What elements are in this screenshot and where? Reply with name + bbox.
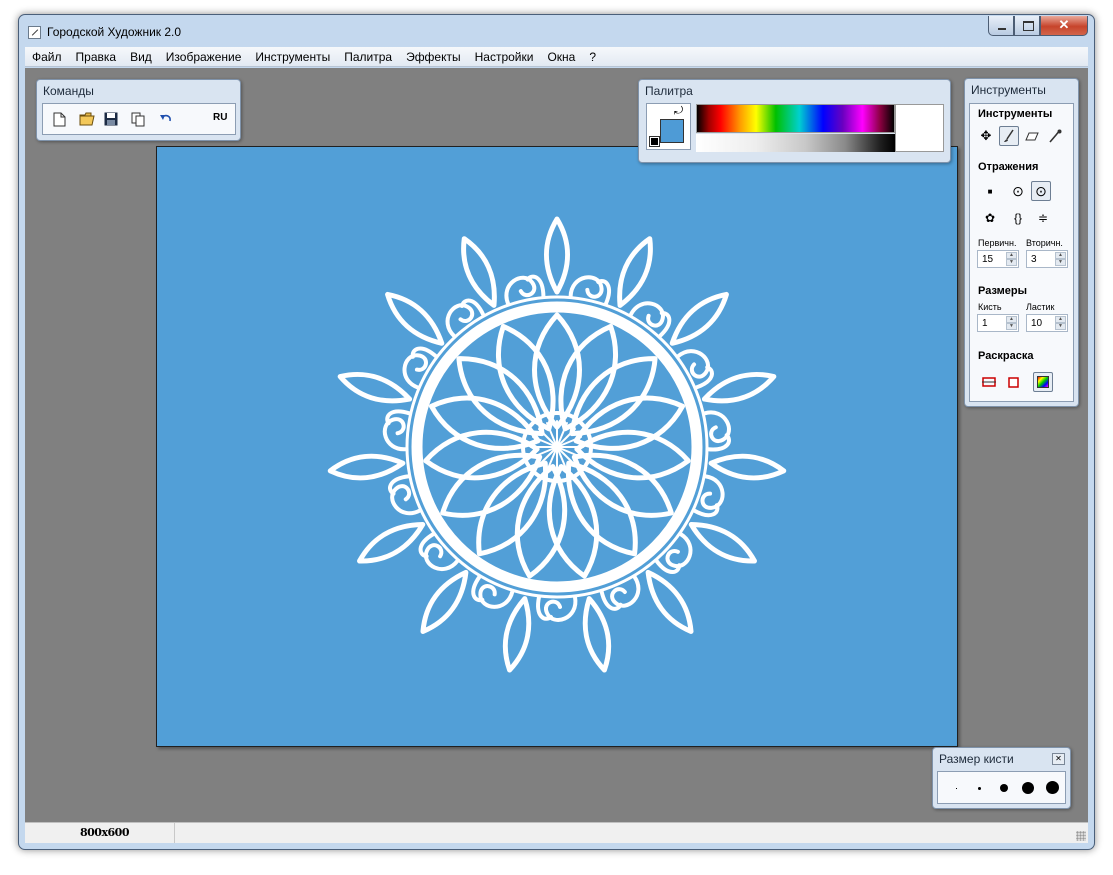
- kaleidoscope-icon[interactable]: ✿: [980, 208, 1000, 228]
- tools-panel: Инструменты Инструменты ✥ Отражения ■ ⊙ …: [964, 78, 1079, 407]
- primary-label: Первичн.: [978, 238, 1017, 248]
- secondary-label: Вторичн.: [1026, 238, 1063, 248]
- window-title: Городской Художник 2.0: [47, 25, 182, 39]
- save-disk-icon[interactable]: [102, 111, 120, 127]
- mirror-horizontal-icon[interactable]: ≑: [1033, 208, 1053, 228]
- eraser-icon[interactable]: [1022, 126, 1042, 146]
- brush-size-option-1[interactable]: [956, 788, 957, 789]
- secondary-value[interactable]: 3: [1031, 254, 1037, 265]
- mirror-vertical-icon[interactable]: {}: [1008, 208, 1028, 228]
- copy-icon[interactable]: [129, 111, 147, 127]
- menu-file[interactable]: Файл: [32, 50, 62, 64]
- eraser-size-spinner[interactable]: 10 ▲ ▼: [1026, 314, 1068, 332]
- menu-palette[interactable]: Палитра: [344, 50, 392, 64]
- panel-close-icon[interactable]: ✕: [1052, 753, 1065, 765]
- color-spectrum[interactable]: [696, 104, 895, 133]
- brush-size-panel-title: Размер кисти: [939, 752, 1014, 766]
- app-window: Городской Художник 2.0 Файл Правка Вид И…: [18, 14, 1095, 850]
- fill-gradient-icon[interactable]: [1033, 372, 1053, 392]
- menu-effects[interactable]: Эффекты: [406, 50, 461, 64]
- primary-spinner[interactable]: 15 ▲ ▼: [977, 250, 1019, 268]
- primary-color-swatch[interactable]: [660, 119, 684, 143]
- fill-heading: Раскраска: [978, 350, 1034, 362]
- single-point-icon[interactable]: ■: [980, 181, 1000, 201]
- swap-colors-icon[interactable]: ⤾: [674, 105, 683, 118]
- mandala-drawing: [327, 216, 787, 673]
- undo-icon[interactable]: [157, 111, 175, 127]
- menu-image[interactable]: Изображение: [166, 50, 242, 64]
- grayscale-strip[interactable]: [696, 134, 895, 152]
- menu-edit[interactable]: Правка: [76, 50, 117, 64]
- canvas-dimensions: 800x600: [25, 823, 175, 843]
- menu-windows[interactable]: Окна: [547, 50, 575, 64]
- palette-panel-title: Палитра: [645, 84, 693, 98]
- status-bar: 800x600: [25, 822, 1088, 843]
- eraser-label: Ластик: [1026, 302, 1055, 312]
- tools-panel-body: Инструменты ✥ Отражения ■ ⊙ ⊙ ✿ {} ≑ Пер…: [969, 103, 1074, 402]
- menu-bar: Файл Правка Вид Изображение Инструменты …: [25, 47, 1088, 67]
- brush-size-option-3[interactable]: [1000, 784, 1008, 792]
- secondary-color-swatch[interactable]: [649, 136, 660, 147]
- brush-label: Кисть: [978, 302, 1002, 312]
- move-icon[interactable]: ✥: [976, 126, 996, 146]
- commands-panel: Команды RU: [36, 79, 241, 141]
- fill-outline-icon[interactable]: [979, 372, 999, 392]
- language-label[interactable]: RU: [213, 112, 227, 123]
- palette-panel: Палитра ⤾: [638, 79, 951, 163]
- commands-toolbar: RU: [42, 103, 236, 135]
- menu-settings[interactable]: Настройки: [475, 50, 534, 64]
- title-bar[interactable]: Городской Художник 2.0: [19, 15, 1094, 47]
- brush-size-panel: Размер кисти ✕: [932, 747, 1071, 809]
- eyedropper-icon[interactable]: [1045, 126, 1065, 146]
- workspace: Команды RU Палитра ⤾ Инструменты Инструм…: [25, 68, 1088, 822]
- brush-size-option-4[interactable]: [1022, 782, 1034, 794]
- fill-rect-icon[interactable]: [1003, 372, 1023, 392]
- new-file-icon[interactable]: [50, 111, 68, 127]
- drawing-canvas[interactable]: [156, 146, 958, 747]
- menu-help[interactable]: ?: [589, 50, 596, 64]
- reflections-heading: Отражения: [978, 161, 1039, 173]
- current-color-preview: [895, 104, 944, 152]
- close-button[interactable]: [1040, 16, 1088, 36]
- eraser-size-value[interactable]: 10: [1031, 318, 1042, 329]
- resize-grip-icon[interactable]: [1076, 831, 1086, 841]
- minimize-button[interactable]: [988, 16, 1014, 36]
- tools-panel-title: Инструменты: [971, 83, 1046, 97]
- maximize-button[interactable]: [1014, 16, 1040, 36]
- open-folder-icon[interactable]: [78, 111, 96, 127]
- primary-value[interactable]: 15: [982, 254, 993, 265]
- color-selector[interactable]: ⤾: [646, 103, 691, 150]
- menu-view[interactable]: Вид: [130, 50, 152, 64]
- brush-size-options: [937, 771, 1066, 804]
- app-icon: [28, 26, 41, 39]
- brush-icon[interactable]: [999, 126, 1019, 146]
- tools-heading: Инструменты: [978, 108, 1053, 120]
- brush-size-option-5[interactable]: [1046, 781, 1059, 794]
- secondary-spinner[interactable]: 3 ▲ ▼: [1026, 250, 1068, 268]
- brush-size-option-2[interactable]: [978, 787, 981, 790]
- radial-icon[interactable]: ⊙: [1008, 181, 1028, 201]
- commands-panel-title: Команды: [43, 84, 94, 98]
- brush-size-spinner[interactable]: 1 ▲ ▼: [977, 314, 1019, 332]
- sizes-heading: Размеры: [978, 285, 1028, 297]
- menu-tools[interactable]: Инструменты: [255, 50, 330, 64]
- brush-size-value[interactable]: 1: [982, 318, 988, 329]
- radial-double-icon[interactable]: ⊙: [1031, 181, 1051, 201]
